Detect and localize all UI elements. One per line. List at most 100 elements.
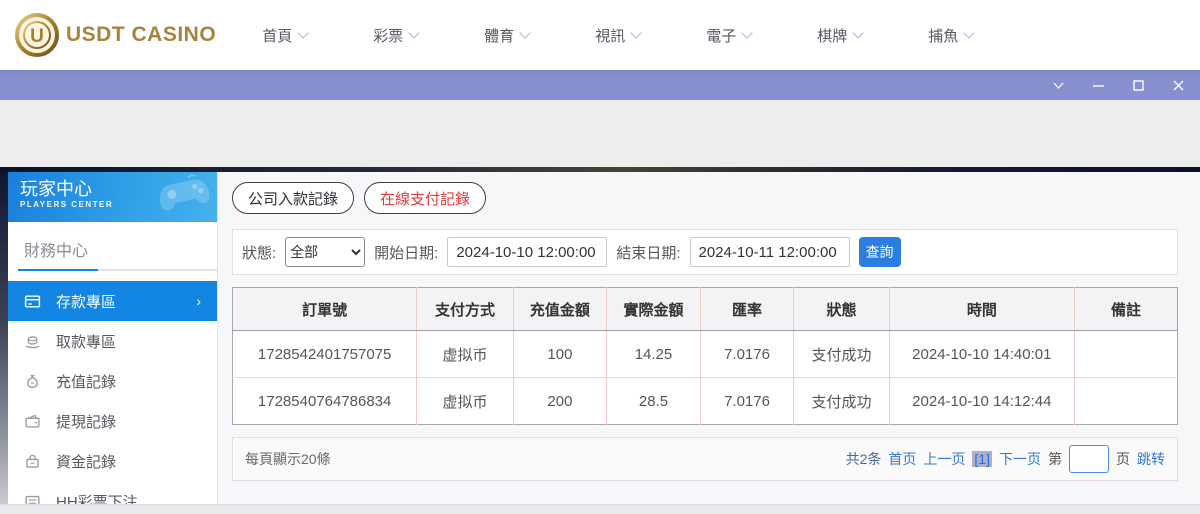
table-row: 1728540764786834虚拟币20028.57.0176支付成功2024… (233, 378, 1178, 425)
nav-item[interactable]: 彩票 (373, 25, 418, 46)
nav-item-label: 彩票 (373, 25, 403, 46)
nav-item-label: 體育 (484, 25, 514, 46)
table-cell: 28.5 (607, 378, 701, 425)
sidebar-item-label: 存款專區 (56, 291, 116, 312)
top-navbar: U USDT CASINO 首頁 彩票 體育 視訊 電子 棋牌 捕魚 (0, 0, 1200, 70)
chevron-down-icon (742, 27, 753, 38)
withdraw-coins-icon (24, 333, 41, 350)
nav-item[interactable]: 捕魚 (928, 25, 973, 46)
start-date-input[interactable] (447, 237, 607, 267)
nav-item-label: 棋牌 (817, 25, 847, 46)
spacer-band (0, 100, 1200, 167)
records-table-wrap: 訂單號支付方式充值金額實際金額匯率狀態時間備註 1728542401757075… (232, 287, 1178, 425)
main-panel: 公司入款記錄在線支付記錄 狀態: 全部 開始日期: 結束日期: 查詢 訂單號支付… (230, 172, 1190, 504)
sidebar-item[interactable]: 充值記錄 (8, 361, 217, 401)
table-cell: 14.25 (607, 331, 701, 378)
nav-item[interactable]: 電子 (706, 25, 751, 46)
finance-center-section-title: 財務中心 (8, 222, 217, 269)
end-date-label: 結束日期: (616, 242, 680, 263)
tab-online-payment-records[interactable]: 在線支付記錄 (364, 182, 486, 214)
table-cell: 200 (513, 378, 607, 425)
current-page-indicator: [1] (972, 451, 992, 467)
moneybag-icon (24, 373, 41, 390)
column-header: 訂單號 (233, 288, 417, 331)
records-table: 訂單號支付方式充值金額實際金額匯率狀態時間備註 1728542401757075… (232, 287, 1178, 425)
left-edge-gradient (0, 172, 8, 504)
page-jump-input[interactable] (1069, 445, 1109, 473)
nav-item[interactable]: 棋牌 (817, 25, 862, 46)
nav-item[interactable]: 視訊 (595, 25, 640, 46)
column-header: 狀態 (794, 288, 889, 331)
search-button[interactable]: 查詢 (859, 237, 901, 267)
window-titlebar (0, 70, 1200, 100)
column-header: 實際金額 (607, 288, 701, 331)
table-row: 1728542401757075虚拟币10014.257.0176支付成功202… (233, 331, 1178, 378)
page-size-text: 每頁顯示20條 (245, 449, 331, 469)
nav-item-label: 電子 (706, 25, 736, 46)
svg-text:U: U (30, 26, 44, 47)
sidebar-item[interactable]: 存款專區 › (8, 281, 217, 321)
filter-bar: 狀態: 全部 開始日期: 結束日期: 查詢 (232, 229, 1178, 275)
list-icon (24, 493, 41, 505)
status-label: 狀態: (242, 242, 276, 263)
jump-prefix: 第 (1048, 449, 1062, 469)
nav-item[interactable]: 體育 (484, 25, 529, 46)
table-cell: 1728542401757075 (233, 331, 417, 378)
wallet-icon (24, 413, 41, 430)
main-navigation: 首頁 彩票 體育 視訊 電子 棋牌 捕魚 (262, 25, 973, 46)
nav-item-label: 首頁 (262, 25, 292, 46)
table-cell (1074, 331, 1177, 378)
column-header: 支付方式 (417, 288, 513, 331)
first-page-link[interactable]: 首页 (888, 449, 916, 469)
next-page-link[interactable]: 下一页 (999, 449, 1041, 469)
table-cell: 虚拟币 (417, 378, 513, 425)
chevron-down-icon (631, 27, 642, 38)
table-cell: 2024-10-10 14:40:01 (889, 331, 1074, 378)
chevron-right-icon: › (196, 293, 201, 309)
sidebar-item[interactable]: HH彩票下注 (8, 481, 217, 504)
jump-button[interactable]: 跳转 (1137, 449, 1165, 469)
status-select[interactable]: 全部 (285, 237, 365, 267)
chevron-down-icon (853, 27, 864, 38)
pagination-controls: 共2条 首页 上一页 [1] 下一页 第 页 跳转 (846, 445, 1165, 473)
column-header: 備註 (1074, 288, 1177, 331)
funds-bag-icon (24, 453, 41, 470)
table-cell: 7.0176 (700, 378, 794, 425)
bottom-strip (0, 504, 1200, 514)
pagination-bar: 每頁顯示20條 共2条 首页 上一页 [1] 下一页 第 页 跳转 (232, 437, 1178, 481)
nav-item-label: 捕魚 (928, 25, 958, 46)
deposit-card-icon (24, 293, 41, 310)
table-cell: 2024-10-10 14:12:44 (889, 378, 1074, 425)
nav-item[interactable]: 首頁 (262, 25, 307, 46)
table-cell: 支付成功 (794, 378, 889, 425)
table-cell: 100 (513, 331, 607, 378)
jump-suffix: 页 (1116, 449, 1130, 469)
table-cell: 1728540764786834 (233, 378, 417, 425)
table-cell: 7.0176 (700, 331, 794, 378)
close-button[interactable] (1170, 77, 1186, 93)
chevron-down-icon[interactable] (1050, 77, 1066, 93)
tab-company-deposit-records[interactable]: 公司入款記錄 (232, 182, 354, 214)
table-cell: 虚拟币 (417, 331, 513, 378)
logo-text: USDT CASINO (66, 23, 216, 47)
column-header: 充值金額 (513, 288, 607, 331)
maximize-button[interactable] (1130, 77, 1146, 93)
logo[interactable]: U USDT CASINO (14, 12, 216, 58)
sidebar-item[interactable]: 提現記錄 (8, 401, 217, 441)
prev-page-link[interactable]: 上一页 (923, 449, 965, 469)
app-window: U USDT CASINO 首頁彩票體育視訊電子棋牌捕魚 玩家中心 P (0, 0, 1200, 514)
section-divider (18, 269, 217, 271)
minimize-button[interactable] (1090, 77, 1106, 93)
logo-coin-icon: U (14, 12, 60, 58)
sidebar-item-label: 提現記錄 (56, 411, 116, 432)
column-header: 匯率 (700, 288, 794, 331)
end-date-input[interactable] (690, 237, 850, 267)
chevron-down-icon (520, 27, 531, 38)
chevron-down-icon (964, 27, 975, 38)
nav-item-label: 視訊 (595, 25, 625, 46)
sidebar-item[interactable]: 取款專區 (8, 321, 217, 361)
sidebar-item[interactable]: 資金記錄 (8, 441, 217, 481)
sidebar-item-label: 充值記錄 (56, 371, 116, 392)
record-tabs: 公司入款記錄在線支付記錄 (232, 182, 1190, 214)
table-body: 1728542401757075虚拟币10014.257.0176支付成功202… (233, 331, 1178, 425)
